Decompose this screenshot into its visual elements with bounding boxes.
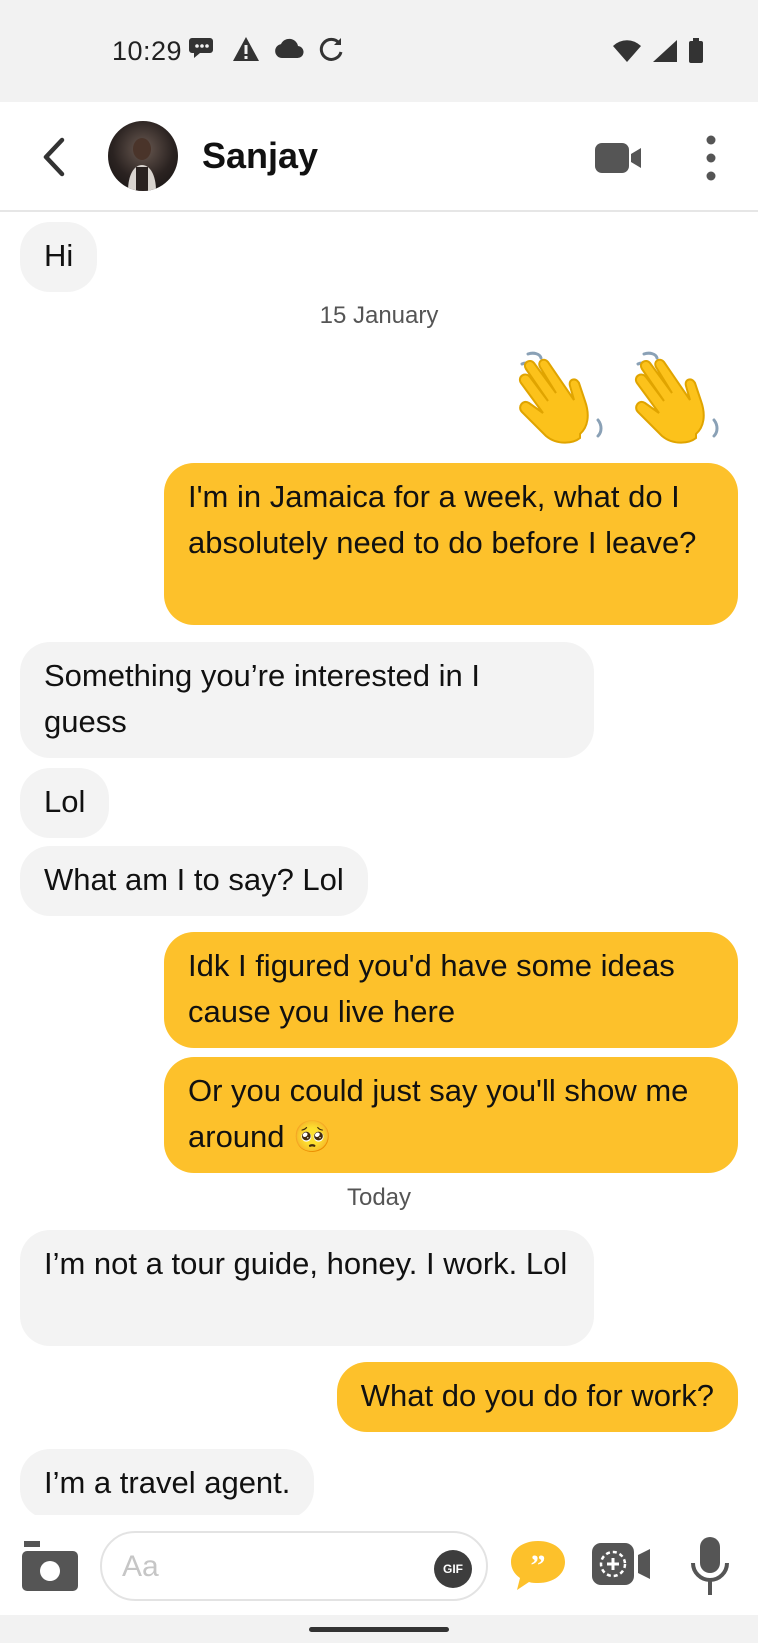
sync-icon: [319, 37, 343, 61]
video-call-button[interactable]: [594, 138, 644, 178]
chat-notification-icon: [189, 38, 213, 58]
home-indicator[interactable]: [309, 1627, 449, 1632]
contact-avatar[interactable]: [108, 121, 178, 191]
status-time: 10:29: [112, 36, 183, 66]
camera-icon: [22, 1541, 78, 1591]
waving-hand-icon: [519, 351, 603, 444]
warning-icon: [233, 37, 259, 61]
svg-text:”: ”: [531, 1549, 546, 1582]
chevron-left-icon: [43, 137, 65, 177]
gif-button[interactable]: GIF: [434, 1550, 472, 1588]
message-input[interactable]: [122, 1545, 402, 1589]
waving-hand-icon: [635, 351, 719, 444]
back-button[interactable]: [36, 134, 76, 180]
video-call-icon: [595, 143, 641, 173]
battery-icon: [689, 38, 703, 63]
camera-button[interactable]: [20, 1539, 80, 1595]
video-story-icon: [592, 1543, 650, 1585]
chat-header: Sanjay: [0, 102, 758, 212]
cloud-icon: [275, 38, 304, 59]
video-story-button[interactable]: [590, 1539, 656, 1591]
message-incoming[interactable]: Lol: [20, 768, 110, 838]
more-options-button[interactable]: [696, 132, 726, 184]
message-input-container: GIF: [100, 1531, 488, 1601]
quote-bubble-icon: ”: [511, 1541, 565, 1590]
message-outgoing[interactable]: What do you do for work?: [336, 1362, 738, 1432]
message-incoming[interactable]: Something you’re interested in I guess: [20, 642, 594, 758]
contact-name[interactable]: Sanjay: [202, 135, 318, 177]
date-separator: Today: [346, 1184, 412, 1211]
quote-button[interactable]: ”: [508, 1537, 568, 1593]
more-vertical-icon: [706, 135, 716, 181]
date-separator: 15 January: [319, 302, 439, 329]
chat-screen: 10:29 Sanjay Hi 15 January I'm in Jamaic…: [0, 0, 758, 1643]
message-outgoing[interactable]: I'm in Jamaica for a week, what do I abs…: [164, 463, 738, 625]
microphone-button[interactable]: [690, 1535, 730, 1599]
composer-bar: GIF ”: [0, 1515, 758, 1615]
system-nav-bar: [0, 1615, 758, 1643]
message-outgoing[interactable]: Idk I figured you'd have some ideas caus…: [164, 932, 738, 1048]
status-bar: 10:29: [0, 0, 758, 102]
signal-icon: [653, 40, 677, 62]
status-icons-left: [188, 36, 344, 62]
message-incoming[interactable]: I’m not a tour guide, honey. I work. Lol: [20, 1230, 594, 1346]
message-incoming[interactable]: Hi: [20, 222, 98, 292]
microphone-icon: [691, 1537, 729, 1595]
message-incoming[interactable]: What am I to say? Lol: [20, 846, 368, 916]
message-incoming[interactable]: I’m a travel agent.: [20, 1449, 315, 1519]
avatar-photo: [128, 138, 156, 191]
message-outgoing[interactable]: Or you could just say you'll show me aro…: [164, 1057, 738, 1173]
wifi-icon: [613, 40, 641, 62]
status-icons-right: [612, 38, 704, 64]
